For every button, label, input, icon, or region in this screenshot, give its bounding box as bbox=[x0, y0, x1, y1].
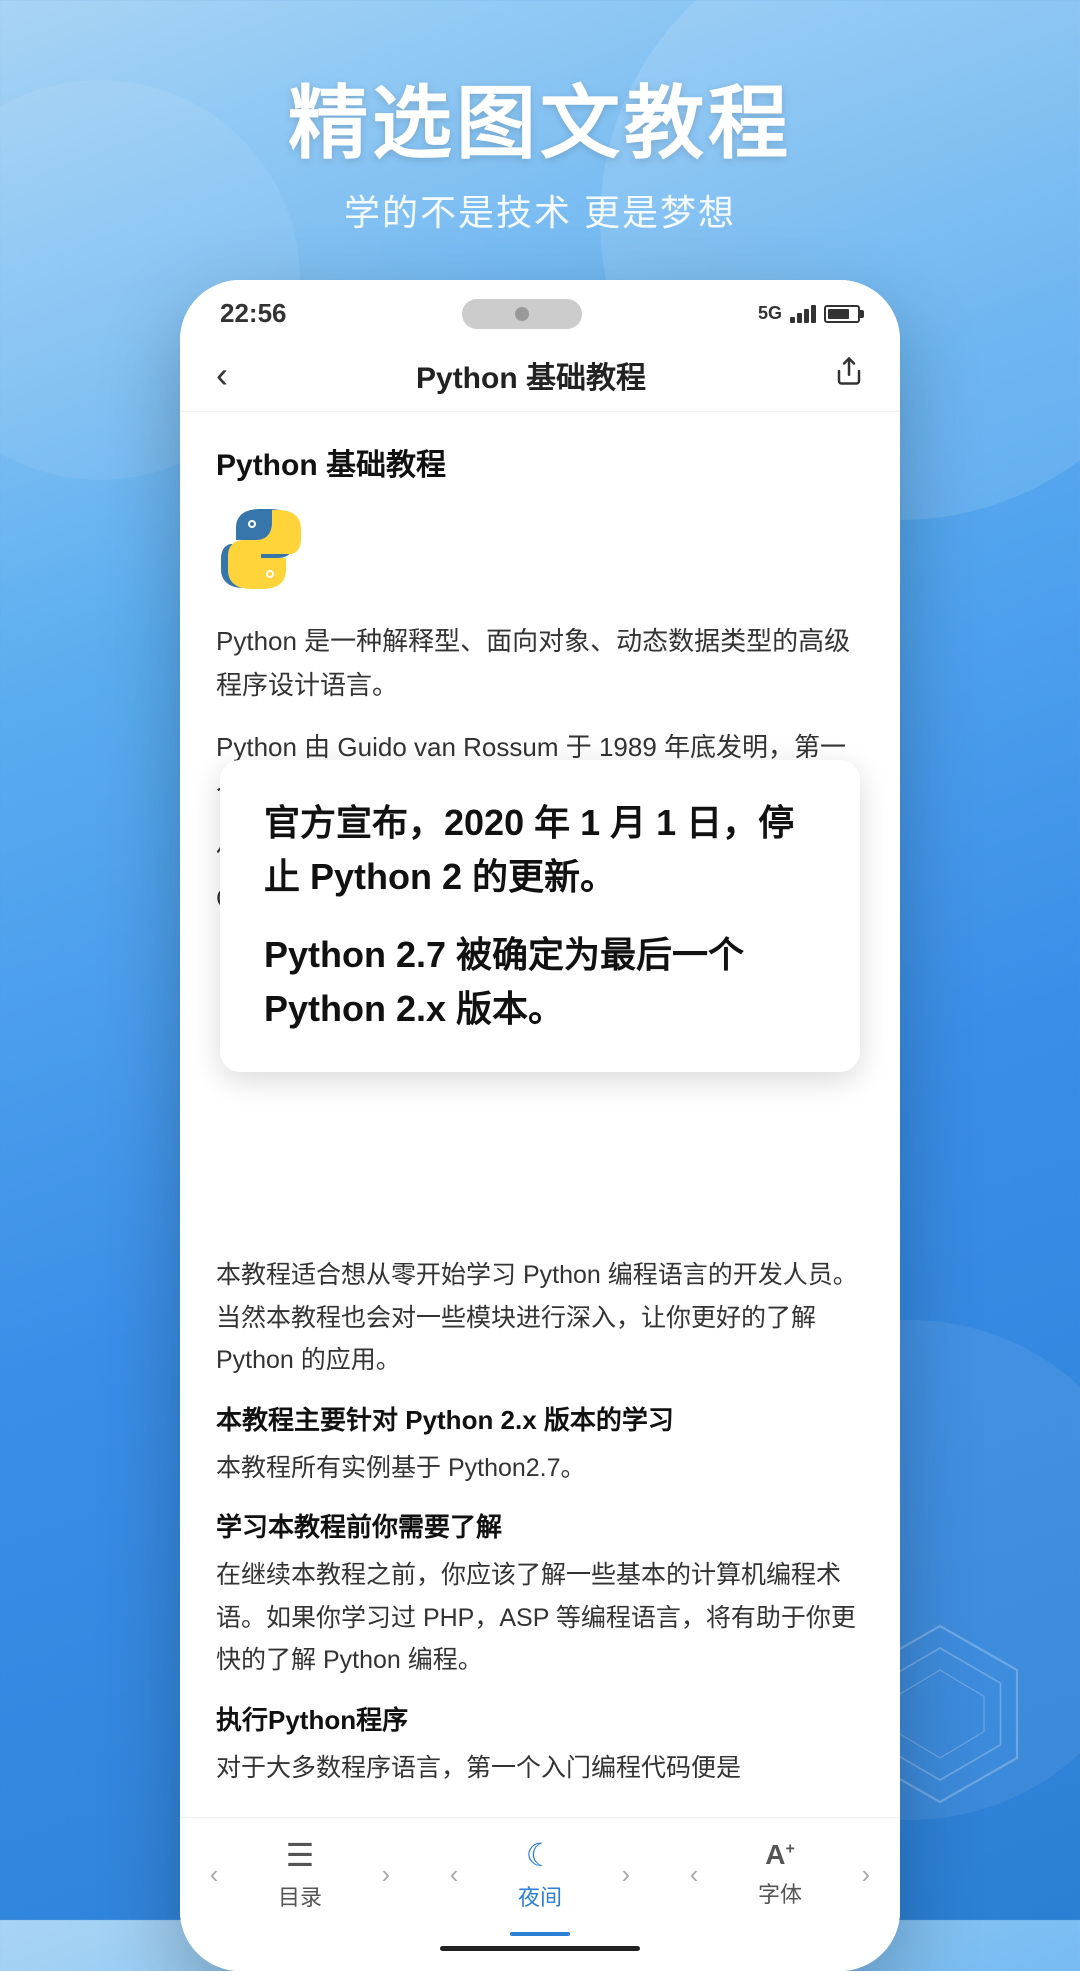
lower-paragraph2: 本教程所有实例基于 Python2.7。 bbox=[216, 1447, 864, 1490]
bar2 bbox=[797, 313, 802, 323]
bar1 bbox=[790, 317, 795, 323]
bar4 bbox=[811, 305, 816, 323]
highlight-line1: 官方宣布，2020 年 1 月 1 日，停止 Python 2 的更新。 bbox=[264, 796, 816, 904]
font-icon: A+ bbox=[765, 1839, 795, 1871]
article-lower: 本教程适合想从零开始学习 Python 编程语言的开发人员。当然本教程也会对一些… bbox=[180, 1226, 900, 1817]
lower-paragraph3: 在继续本教程之前，你应该了解一些基本的计算机编程术语。如果你学习过 PHP，AS… bbox=[216, 1554, 864, 1682]
status-icons: 5G bbox=[758, 303, 860, 324]
5g-indicator: 5G bbox=[758, 303, 782, 324]
mid-arrow4[interactable]: ‹ bbox=[690, 1859, 699, 1890]
phone-mockup: 22:56 5G ‹ Python 基础教程 bbox=[180, 280, 900, 1971]
toolbar-font[interactable]: A+ 字体 bbox=[758, 1839, 802, 1909]
night-label: 夜间 bbox=[518, 1880, 562, 1912]
main-title: 精选图文教程 bbox=[0, 80, 1080, 168]
signal-bars bbox=[790, 305, 816, 323]
status-notch bbox=[462, 299, 582, 329]
article-main-title: Python 基础教程 bbox=[216, 440, 864, 484]
battery-icon bbox=[824, 305, 860, 323]
lower-bold3: 执行Python程序 bbox=[216, 1700, 864, 1737]
highlight-line2: Python 2.7 被确定为最后一个 Python 2.x 版本。 bbox=[264, 928, 816, 1036]
highlight-box: 官方宣布，2020 年 1 月 1 日，停止 Python 2 的更新。 Pyt… bbox=[220, 760, 860, 1072]
home-indicator bbox=[440, 1946, 640, 1951]
lower-paragraph1: 本教程适合想从零开始学习 Python 编程语言的开发人员。当然本教程也会对一些… bbox=[216, 1254, 864, 1382]
next-arrow[interactable]: › bbox=[862, 1859, 871, 1890]
font-label: 字体 bbox=[758, 1877, 802, 1909]
bar3 bbox=[804, 309, 809, 323]
battery-fill bbox=[828, 309, 849, 319]
mid-arrow3[interactable]: › bbox=[622, 1859, 631, 1890]
lower-bold2: 学习本教程前你需要了解 bbox=[216, 1507, 864, 1544]
nav-bar: ‹ Python 基础教程 bbox=[180, 339, 900, 412]
header-section: 精选图文教程 学的不是技术 更是梦想 bbox=[0, 80, 1080, 236]
night-icon: ☾ bbox=[526, 1836, 555, 1874]
mid-arrow1[interactable]: › bbox=[382, 1859, 391, 1890]
share-button[interactable] bbox=[834, 356, 864, 394]
phone-container: 官方宣布，2020 年 1 月 1 日，停止 Python 2 的更新。 Pyt… bbox=[180, 280, 900, 1971]
nav-title: Python 基础教程 bbox=[416, 353, 646, 397]
toolbar-contents[interactable]: ☰ 目录 bbox=[278, 1836, 322, 1912]
status-time: 22:56 bbox=[220, 298, 287, 329]
status-bar: 22:56 5G bbox=[180, 280, 900, 339]
sub-title: 学的不是技术 更是梦想 bbox=[0, 184, 1080, 236]
prev-arrow[interactable]: ‹ bbox=[210, 1859, 219, 1890]
notch-camera bbox=[515, 307, 529, 321]
lower-paragraph4: 对于大多数程序语言，第一个入门编程代码便是 bbox=[216, 1747, 864, 1790]
contents-icon: ☰ bbox=[286, 1836, 315, 1874]
bottom-toolbar: ‹ ☰ 目录 › ‹ ☾ 夜间 › ‹ A+ bbox=[180, 1817, 900, 1936]
phone-bottom: ‹ ☰ 目录 › ‹ ☾ 夜间 › ‹ A+ bbox=[180, 1817, 900, 1971]
lower-bold1: 本教程主要针对 Python 2.x 版本的学习 bbox=[216, 1400, 864, 1437]
python-logo bbox=[216, 504, 864, 599]
article-paragraph1: Python 是一种解释型、面向对象、动态数据类型的高级程序设计语言。 bbox=[216, 619, 864, 707]
back-button[interactable]: ‹ bbox=[216, 354, 228, 396]
contents-label: 目录 bbox=[278, 1880, 322, 1912]
mid-arrow2[interactable]: ‹ bbox=[450, 1859, 459, 1890]
toolbar-nightmode[interactable]: ☾ 夜间 bbox=[518, 1836, 562, 1912]
